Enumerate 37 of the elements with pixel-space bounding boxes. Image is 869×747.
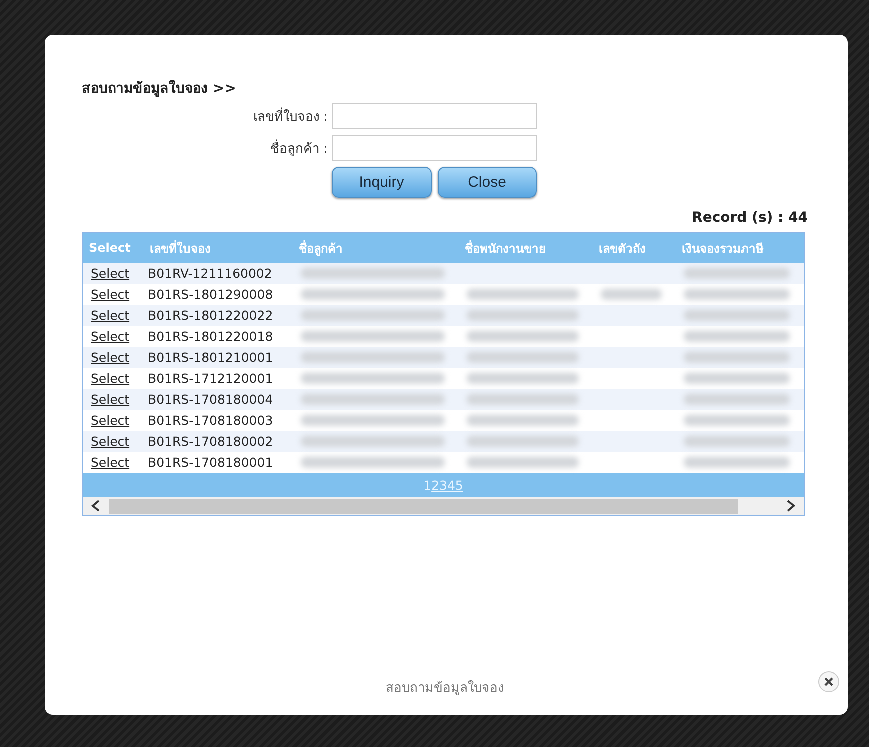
column-header: ชื่อพนักงานขาย xyxy=(464,239,547,258)
dialog-caption: สอบถามข้อมูลใบจอง xyxy=(386,680,504,698)
table-cell-text: B01RV-1211160002 xyxy=(147,266,274,281)
select-link[interactable]: Select xyxy=(83,266,144,281)
table-cell-text: B01RS-1708180003 xyxy=(147,413,274,428)
table-cell-text: B01RS-1801210001 xyxy=(147,350,274,365)
select-link[interactable]: Select xyxy=(83,413,144,428)
input-field[interactable] xyxy=(332,135,537,161)
horizontal-scrollbar[interactable] xyxy=(83,497,804,515)
select-link[interactable]: Select xyxy=(83,371,144,386)
select-link[interactable]: Select xyxy=(83,455,144,470)
field-label: เลขที่ใบจอง : xyxy=(252,106,328,126)
column-header: เลขที่ใบจอง xyxy=(149,239,212,258)
select-link[interactable]: Select xyxy=(83,308,144,323)
column-header: ชื่อลูกค้า xyxy=(298,239,344,258)
record-count: Record (s) : 44 xyxy=(692,210,808,226)
column-header: Select xyxy=(88,241,132,255)
table-cell-text: B01RS-1712120001 xyxy=(147,371,274,386)
input-field[interactable] xyxy=(332,103,537,129)
form-title: สอบถามข้อมูลใบจอง >> xyxy=(82,79,238,99)
close-button[interactable]: Close xyxy=(438,167,537,198)
select-link[interactable]: Select xyxy=(83,434,144,449)
table-cell-text: B01RS-1708180004 xyxy=(147,392,274,407)
select-link[interactable]: Select xyxy=(83,392,144,407)
select-link[interactable]: Select xyxy=(83,350,144,365)
select-link[interactable]: Select xyxy=(83,287,144,302)
table-cell-text: B01RS-1801220022 xyxy=(147,308,274,323)
table-cell-text: B01RS-1708180001 xyxy=(147,455,274,470)
select-link[interactable]: Select xyxy=(83,329,144,344)
field-label: ชื่อลูกค้า : xyxy=(269,138,328,158)
column-header: เลขตัวถัง xyxy=(598,240,647,258)
close-icon[interactable] xyxy=(818,671,840,693)
column-header: เงินจองรวมภาษี xyxy=(681,240,765,258)
table-cell-text: B01RS-1801220018 xyxy=(147,329,274,344)
table-cell-text: B01RS-1801290008 xyxy=(147,287,274,302)
inquiry-button[interactable]: Inquiry xyxy=(332,167,432,198)
table-cell-text: B01RS-1708180002 xyxy=(147,434,274,449)
